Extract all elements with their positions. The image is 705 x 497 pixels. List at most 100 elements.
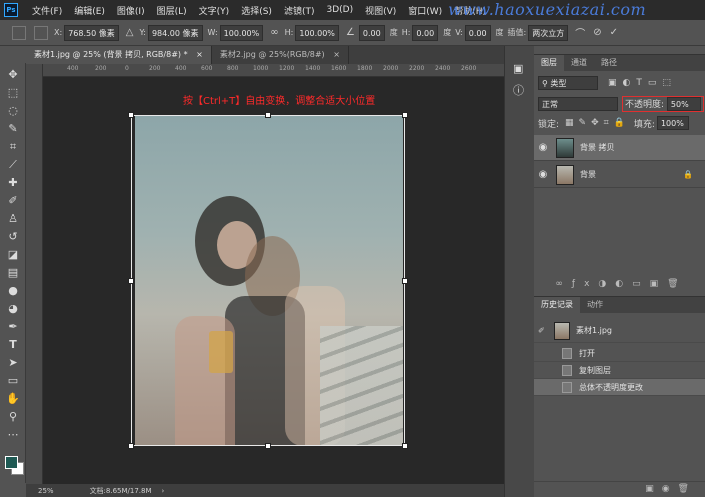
filter-icons[interactable]: ▣◐T▭⬚: [608, 78, 677, 88]
h-label: H:: [284, 28, 294, 37]
crop-tool-icon[interactable]: ⌗: [4, 139, 22, 155]
ruler-tick: 200: [95, 65, 107, 72]
blend-mode-select[interactable]: 正常: [538, 97, 618, 111]
menu-layer[interactable]: 图层(L): [151, 4, 193, 17]
layer-filter-select[interactable]: ⚲ 类型: [538, 76, 598, 90]
warp-icon[interactable]: ⌒: [575, 25, 585, 40]
transform-handle-t[interactable]: [265, 112, 271, 118]
quick-select-tool-icon[interactable]: ✎: [4, 121, 22, 137]
h-input[interactable]: 100.00%: [295, 24, 339, 41]
history-item[interactable]: 复制图层: [534, 362, 705, 379]
close-icon[interactable]: ×: [196, 50, 203, 59]
history-step-icon: [562, 364, 572, 376]
menu-image[interactable]: 图像(I): [111, 4, 151, 17]
commit-icon[interactable]: ✓: [610, 27, 618, 38]
visibility-eye-icon[interactable]: ◉: [534, 142, 552, 153]
layers-panel-footer-icons[interactable]: ∞ƒx◑◐▭▣🗑: [534, 279, 705, 289]
x-input[interactable]: 768.50 像素: [64, 24, 119, 41]
ruler-tick: 1400: [305, 65, 321, 72]
visibility-eye-icon[interactable]: ◉: [534, 169, 552, 180]
pen-tool-icon[interactable]: ✒: [4, 319, 22, 335]
menu-window[interactable]: 窗口(W): [402, 4, 448, 17]
lasso-tool-icon[interactable]: ◌: [4, 103, 22, 119]
lock-icons[interactable]: ▦✎✥⌗🔒: [565, 118, 630, 128]
foreground-color-swatch[interactable]: [5, 456, 18, 469]
watermark: www.haoxuexiazai.com: [448, 0, 647, 19]
menu-3d[interactable]: 3D(D): [320, 5, 359, 15]
libraries-icon[interactable]: ▣: [513, 62, 523, 75]
x-label: X:: [54, 28, 63, 37]
dodge-tool-icon[interactable]: ◕: [4, 301, 22, 317]
w-input[interactable]: 100.00%: [219, 24, 264, 41]
photoshop-logo: Ps: [4, 3, 18, 17]
tab-channels[interactable]: 通道: [564, 55, 594, 71]
layers-panel: 图层 通道 路径 ⚲ 类型 ▣◐T▭⬚ 正常 不透明度: 50% 锁定: ▦✎✥…: [534, 54, 705, 294]
layer-row-background[interactable]: ◉ 背景 🔒: [534, 162, 705, 188]
close-icon[interactable]: ×: [333, 50, 340, 59]
transform-handle-tl[interactable]: [128, 112, 134, 118]
history-brush-tool-icon[interactable]: ↺: [4, 229, 22, 245]
tab-paths[interactable]: 路径: [594, 55, 624, 71]
healing-tool-icon[interactable]: ✚: [4, 175, 22, 191]
shape-tool-icon[interactable]: ▭: [4, 373, 22, 389]
free-transform-box[interactable]: [128, 112, 408, 449]
history-item[interactable]: 总体不透明度更改: [534, 379, 705, 396]
type-tool-icon[interactable]: T: [4, 337, 22, 353]
marquee-tool-icon[interactable]: ⬚: [4, 85, 22, 101]
y-input[interactable]: 984.00 像素: [147, 24, 203, 41]
angle-input[interactable]: 0.00: [358, 24, 385, 41]
vskew-input[interactable]: 0.00: [464, 24, 491, 41]
reference-point-icon[interactable]: [34, 25, 48, 40]
menu-filter[interactable]: 滤镜(T): [278, 4, 321, 17]
transform-handle-tr[interactable]: [402, 112, 408, 118]
menu-file[interactable]: 文件(F): [26, 4, 68, 17]
tab-actions[interactable]: 动作: [580, 297, 610, 313]
status-arrow-icon[interactable]: ›: [162, 487, 165, 495]
history-panel: 历史记录 动作 ✐ 素材1.jpg 打开 复制图层 总体不透明度更改: [534, 296, 705, 481]
history-item[interactable]: 打开: [534, 345, 705, 362]
transform-handle-l[interactable]: [128, 278, 134, 284]
fill-input[interactable]: 100%: [656, 116, 689, 130]
ruler-tick: 400: [175, 65, 187, 72]
hand-tool-icon[interactable]: ✋: [4, 391, 22, 407]
opacity-input[interactable]: 50%: [666, 97, 701, 111]
transform-handle-br[interactable]: [402, 443, 408, 449]
tab-history[interactable]: 历史记录: [534, 297, 580, 313]
zoom-level[interactable]: 25%: [38, 487, 54, 495]
info-icon[interactable]: ⓘ: [513, 82, 524, 98]
stamp-tool-icon[interactable]: ♙: [4, 211, 22, 227]
history-snapshot[interactable]: ✐ 素材1.jpg: [534, 319, 705, 343]
history-footer-icons[interactable]: ▣◉🗑: [645, 484, 697, 494]
ruler-tick: 800: [227, 65, 239, 72]
transform-handle-r[interactable]: [402, 278, 408, 284]
menu-type[interactable]: 文字(Y): [193, 4, 236, 17]
blur-tool-icon[interactable]: ●: [4, 283, 22, 299]
transform-handle-b[interactable]: [265, 443, 271, 449]
history-brush-icon: ✐: [538, 326, 545, 335]
layer-name: 背景: [580, 170, 596, 179]
canvas-area[interactable]: 按【Ctrl+T】自由变换，调整合适大小位置: [43, 77, 504, 484]
opacity-label: 不透明度:: [625, 100, 665, 110]
tab-layers[interactable]: 图层: [534, 55, 564, 71]
menu-view[interactable]: 视图(V): [359, 4, 402, 17]
menu-select[interactable]: 选择(S): [235, 4, 278, 17]
eraser-tool-icon[interactable]: ◪: [4, 247, 22, 263]
layer-filter-label: 类型: [550, 79, 567, 88]
move-tool-icon[interactable]: ✥: [4, 67, 22, 83]
transform-handle-bl[interactable]: [128, 443, 134, 449]
more-tools-icon[interactable]: ⋯: [4, 427, 22, 443]
layer-row-background-copy[interactable]: ◉ 背景 拷贝: [534, 135, 705, 161]
menu-edit[interactable]: 编辑(E): [68, 4, 111, 17]
tab-document-1[interactable]: 素材1.jpg @ 25% (背景 拷贝, RGB/8#) * ×: [26, 46, 212, 64]
cancel-icon[interactable]: ⊘: [593, 27, 601, 38]
gradient-tool-icon[interactable]: ▤: [4, 265, 22, 281]
eyedropper-tool-icon[interactable]: ⟋: [4, 157, 22, 173]
link-icon[interactable]: ∞: [270, 27, 278, 38]
hskew-input[interactable]: 0.00: [412, 24, 439, 41]
path-select-tool-icon[interactable]: ➤: [4, 355, 22, 371]
y-label: Y:: [139, 28, 146, 37]
interp-select[interactable]: 两次立方: [528, 24, 569, 41]
brush-tool-icon[interactable]: ✐: [4, 193, 22, 209]
zoom-tool-icon[interactable]: ⚲: [4, 409, 22, 425]
tab-document-2[interactable]: 素材2.jpg @ 25%(RGB/8#) ×: [212, 46, 349, 64]
